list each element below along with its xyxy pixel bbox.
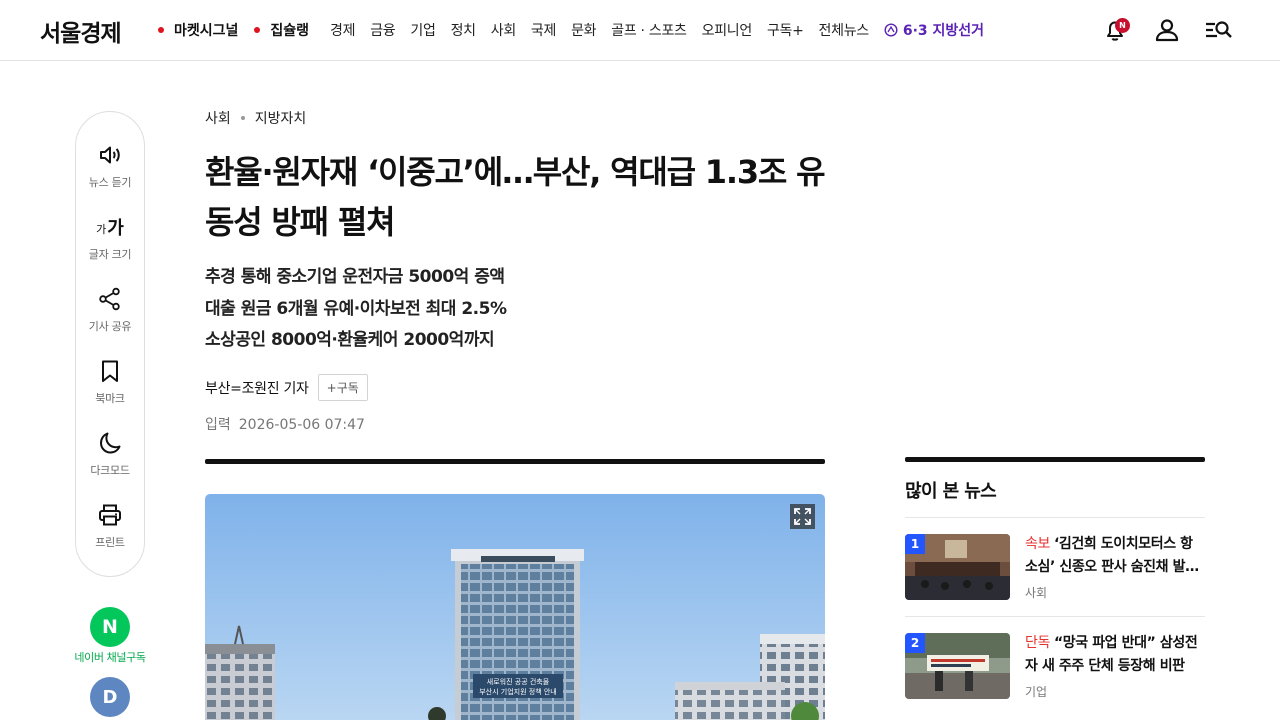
site-logo[interactable]: 서울경제 xyxy=(40,14,122,48)
date-value: 2026-05-06 07:47 xyxy=(238,417,365,433)
popular-news-item[interactable]: 1 속보 ‘김건희 도이치모터스 항소심’ 신종오 판사 숨진채 발… 사회 xyxy=(905,517,1205,617)
nav-item-business[interactable]: 기업 xyxy=(410,20,435,40)
red-dot-icon xyxy=(254,27,261,33)
nav-item-politics[interactable]: 정치 xyxy=(451,20,476,40)
popular-divider xyxy=(905,457,1205,462)
nav-item-opinion[interactable]: 오피니언 xyxy=(702,20,753,40)
font-size-icon: 가가 xyxy=(96,218,124,239)
svg-text:부산시 기업지원 정책 안내: 부산시 기업지원 정책 안내 xyxy=(479,687,557,696)
menu-search-icon[interactable] xyxy=(1205,16,1233,44)
dark-mode-button[interactable]: 다크모드 xyxy=(76,430,144,478)
nav-item-subscribe-plus[interactable]: 구독+ xyxy=(767,20,804,40)
nav-item-society[interactable]: 사회 xyxy=(491,20,516,40)
article-subheads: 추경 통해 중소기업 운전자금 5000억 증액 대출 원금 6개월 유예·이차… xyxy=(205,262,507,357)
popular-news-category: 기업 xyxy=(1025,685,1048,699)
news-tag: 단독 xyxy=(1025,635,1050,651)
ballot-icon xyxy=(884,23,898,37)
nav-item-all-news[interactable]: 전체뉴스 xyxy=(819,20,870,40)
nav-item-finance[interactable]: 금융 xyxy=(370,20,395,40)
nav-item-jipsulaeng[interactable]: 집슐랭 xyxy=(254,20,309,40)
article-photo[interactable]: 새로워진 공공 건축물 부산시 기업지원 정책 안내 xyxy=(205,494,825,720)
nav-item-golf-sports[interactable]: 골프 · 스포츠 xyxy=(611,20,687,40)
site-header: 서울경제 마켓시그널 집슐랭 경제 금융 기업 정치 사회 국제 문화 골프 ·… xyxy=(0,0,1280,61)
popular-news-title: 많이 본 뉴스 xyxy=(905,481,997,502)
user-icon[interactable] xyxy=(1153,16,1181,44)
reporter-name[interactable]: 부산=조원진 기자 xyxy=(205,378,309,398)
news-tag: 속보 xyxy=(1025,536,1050,552)
breadcrumb-subsection[interactable]: 지방자치 xyxy=(255,108,307,128)
bookmark-icon xyxy=(102,360,118,382)
breadcrumb-section[interactable]: 사회 xyxy=(205,108,231,128)
publish-date: 입력 2026-05-06 07:47 xyxy=(205,414,365,434)
nav-item-international[interactable]: 국제 xyxy=(531,20,556,40)
popular-news-thumbnail[interactable]: 1 xyxy=(905,534,1010,600)
notification-badge: N xyxy=(1115,18,1130,33)
font-size-button[interactable]: 가가 글자 크기 xyxy=(76,214,144,262)
byline: 부산=조원진 기자 +구독 xyxy=(205,374,368,401)
article-headline: 환율·원자재 ‘이중고’에…부산, 역대급 1.3조 유동성 방패 펼쳐 xyxy=(205,153,826,241)
share-button[interactable]: 기사 공유 xyxy=(76,286,144,334)
red-dot-icon xyxy=(158,27,164,33)
subscribe-reporter-button[interactable]: +구독 xyxy=(317,374,368,401)
article-divider xyxy=(205,459,825,464)
subhead: 대출 원금 6개월 유예·이차보전 최대 2.5% xyxy=(205,298,507,319)
printer-icon xyxy=(99,504,121,526)
popular-news-item[interactable]: 2 단독 “망국 파업 반대” 삼성전자 새 주주 단체 등장해 비판 기업 xyxy=(905,616,1205,720)
subhead: 소상공인 8000억·환율케어 2000억까지 xyxy=(205,330,495,350)
share-icon xyxy=(99,287,120,311)
moon-icon xyxy=(100,432,121,454)
breadcrumb: 사회 지방자치 xyxy=(205,108,306,128)
daum-channel-button[interactable]: D xyxy=(90,677,130,717)
expand-icon xyxy=(794,508,811,525)
popular-news-thumbnail[interactable]: 2 xyxy=(905,633,1010,699)
article-toolbar: 뉴스 듣기 가가 글자 크기 기사 공유 북마크 다크모드 프린트 xyxy=(75,111,145,577)
popular-news-headline[interactable]: 속보 ‘김건희 도이치모터스 항소심’ 신종오 판사 숨진채 발… xyxy=(1025,533,1205,579)
rank-badge: 1 xyxy=(905,534,925,554)
subhead: 추경 통해 중소기업 운전자금 5000억 증액 xyxy=(205,267,505,287)
popular-news-category: 사회 xyxy=(1025,586,1048,600)
main-nav: 마켓시그널 집슐랭 경제 금융 기업 정치 사회 국제 문화 골프 · 스포츠 … xyxy=(158,0,984,60)
expand-photo-button[interactable] xyxy=(790,504,815,529)
naver-channel-label[interactable]: 네이버 채널구독 xyxy=(60,649,160,665)
naver-channel-button[interactable]: N xyxy=(90,607,130,647)
popular-news-headline[interactable]: 단독 “망국 파업 반대” 삼성전자 새 주주 단체 등장해 비판 xyxy=(1025,632,1205,678)
breadcrumb-separator xyxy=(240,116,245,120)
nav-item-culture[interactable]: 문화 xyxy=(571,20,596,40)
building-photo: 새로워진 공공 건축물 부산시 기업지원 정책 안내 xyxy=(205,494,825,720)
bookmark-button[interactable]: 북마크 xyxy=(76,358,144,406)
svg-text:새로워진 공공 건축물: 새로워진 공공 건축물 xyxy=(487,677,550,686)
nav-item-local-election[interactable]: 6·3 지방선거 xyxy=(884,20,984,40)
nav-item-economy[interactable]: 경제 xyxy=(330,20,355,40)
print-button[interactable]: 프린트 xyxy=(76,502,144,550)
rank-badge: 2 xyxy=(905,633,925,653)
listen-news-button[interactable]: 뉴스 듣기 xyxy=(76,142,144,190)
speaker-icon xyxy=(100,146,120,164)
nav-item-market-signal[interactable]: 마켓시그널 xyxy=(158,20,238,40)
date-label: 입력 xyxy=(205,417,231,433)
